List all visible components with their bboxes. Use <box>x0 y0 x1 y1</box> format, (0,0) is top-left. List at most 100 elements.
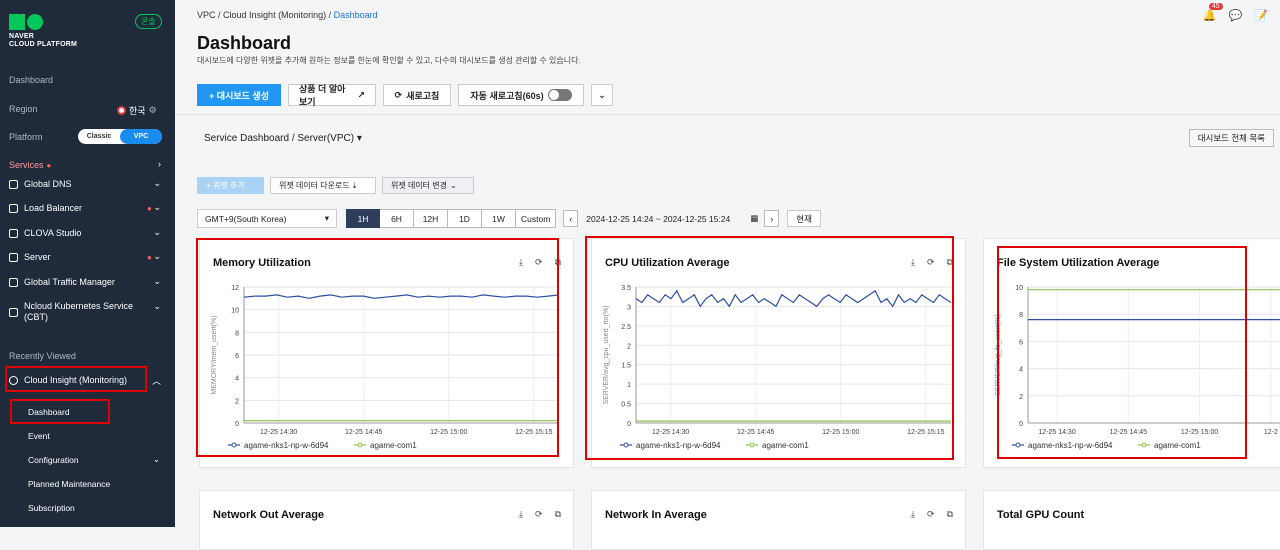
date-range-picker[interactable]: 2024-12-25 14:24 ~ 2024-12-25 15:24 ▦ <box>586 213 758 224</box>
bell-icon[interactable]: 🔔 45 <box>1203 3 1223 22</box>
chevron-down-icon: ⌄ <box>153 301 161 311</box>
all-dashboards-button[interactable]: 대시보드 전체 목록 <box>1188 129 1274 147</box>
sidebar-item-5[interactable]: Ncloud Kubernetes Service (CBT) ⌄ <box>9 298 167 326</box>
chevron-down-icon: ⌄ <box>153 227 161 237</box>
chat-icon[interactable]: 💬 <box>1229 9 1243 22</box>
sub-item-subscription[interactable]: Subscription <box>28 503 75 513</box>
dashboard-select-value: Service Dashboard / Server(VPC) <box>204 133 355 144</box>
korea-flag-icon <box>117 106 126 115</box>
range-1d[interactable]: 1D <box>448 209 482 228</box>
widget-title: Network Out Average <box>213 509 325 521</box>
widget-card: Network In Average ⤓ ⟳ ⧉ <box>591 490 966 550</box>
calendar-icon: ▦ <box>750 213 759 223</box>
refresh-icon[interactable]: ⟳ <box>535 509 543 520</box>
chevron-down-icon: ⌄ <box>152 454 160 464</box>
platform-toggle[interactable]: Classic VPC <box>78 129 162 144</box>
edit-note-icon[interactable]: 📝 <box>1254 9 1268 22</box>
chevron-right-icon: › <box>158 159 161 169</box>
platform-label: Platform <box>9 132 43 142</box>
platform-vpc[interactable]: VPC <box>120 129 162 144</box>
chevron-down-icon: ⌄ <box>153 251 161 261</box>
breadcrumb-cloud-insight[interactable]: Cloud Insight (Monitoring) <box>223 10 326 20</box>
sidebar-item-3[interactable]: Server ● ⌄ <box>9 248 167 266</box>
settings-icon[interactable]: ⚙ <box>149 105 157 116</box>
sub-item-label: Configuration <box>28 455 79 465</box>
sub-item-planned-maintenance[interactable]: Planned Maintenance <box>28 479 110 489</box>
auto-refresh-label: 자동 새로고침(60s) <box>470 90 544 101</box>
download-icon[interactable]: ⤓ <box>911 509 915 520</box>
sidebar-item-label: Server <box>24 251 51 262</box>
auto-refresh-toggle[interactable]: 자동 새로고침(60s) <box>458 84 584 106</box>
service-icon <box>9 179 18 189</box>
highlight-box <box>997 246 1247 459</box>
sidebar-item-2[interactable]: CLOVA Studio ⌄ <box>9 224 167 242</box>
services-label: Services <box>9 160 44 170</box>
download-widget-data-button[interactable]: 위젯 데이터 다운로드 ⤓ <box>270 177 376 194</box>
x-tick-label: 12-2 <box>1264 429 1278 436</box>
naver-cloud-logo[interactable]: NAVER CLOUD PLATFORM <box>9 14 77 49</box>
service-icon <box>9 277 18 287</box>
range-1w[interactable]: 1W <box>482 209 516 228</box>
refresh-button[interactable]: ⟳ 새로고침 <box>383 84 451 106</box>
sidebar-item-4[interactable]: Global Traffic Manager ⌄ <box>9 273 167 291</box>
breadcrumb-vpc[interactable]: VPC <box>197 10 216 20</box>
more-products-label: 상품 더 알아보기 <box>299 84 346 107</box>
timezone-value: GMT+9(South Korea) <box>205 213 287 224</box>
sub-item-event[interactable]: Event <box>28 431 50 441</box>
download-icon: ⤓ <box>352 180 357 190</box>
region-value: 한국 <box>129 106 146 116</box>
download-icon[interactable]: ⤓ <box>519 509 523 520</box>
widget-card: Network Out Average ⤓ ⟳ ⧉ <box>199 490 574 550</box>
sidebar-item-0[interactable]: Global DNS ⌄ <box>9 175 167 193</box>
next-range-button[interactable]: › <box>764 210 780 227</box>
range-custom[interactable]: Custom <box>516 209 557 228</box>
toggle-switch[interactable] <box>547 89 572 101</box>
platform-classic[interactable]: Classic <box>78 129 120 144</box>
refresh-label: 새로고침 <box>406 90 440 101</box>
caret-down-icon: ▾ <box>356 133 362 144</box>
external-link-icon: ↗ <box>357 89 365 100</box>
widget-card: Total GPU Count <box>983 490 1280 550</box>
sidebar-item-label: Global DNS <box>24 178 72 189</box>
sidebar-dashboard-link[interactable]: Dashboard <box>9 75 53 85</box>
sub-item-configuration[interactable]: Configuration ⌄ <box>28 454 164 465</box>
range-12h[interactable]: 12H <box>414 209 448 228</box>
chevron-up-icon: ︿ <box>151 376 161 386</box>
notification-count: 45 <box>1208 3 1223 10</box>
create-dashboard-button[interactable]: + 대시보드 생성 <box>197 84 281 106</box>
sidebar-item-1[interactable]: Load Balancer ● ⌄ <box>9 199 167 217</box>
change-widget-label: 위젯 데이터 변경 <box>391 181 447 190</box>
range-6h[interactable]: 6H <box>380 209 414 228</box>
highlight-box <box>196 238 559 457</box>
dashboard-select[interactable]: Service Dashboard / Server(VPC) ▾ <box>204 133 362 144</box>
timezone-select[interactable]: GMT+9(South Korea) ▾ <box>197 209 337 228</box>
add-widget-button[interactable]: + 위젯 추가 <box>197 177 264 194</box>
copy-icon[interactable]: ⧉ <box>555 509 561 520</box>
main-content: VPC / Cloud Insight (Monitoring) / Dashb… <box>175 0 1280 550</box>
breadcrumb-dashboard[interactable]: Dashboard <box>334 10 378 20</box>
chevron-down-icon: ⌄ <box>153 202 161 212</box>
refresh-icon: ⟳ <box>394 89 403 100</box>
new-dot-icon: ● <box>46 160 52 170</box>
logo-icon <box>9 14 77 30</box>
prev-range-button[interactable]: ‹ <box>563 210 579 227</box>
change-widget-data-button[interactable]: 위젯 데이터 변경 ⌄ <box>382 177 474 194</box>
widget-title: Network In Average <box>605 509 707 521</box>
toolbar-dropdown-button[interactable]: ⌄ <box>591 84 613 106</box>
region-selector[interactable]: 한국 ⚙ <box>117 104 157 117</box>
console-badge[interactable]: 콘솔 <box>135 14 162 29</box>
range-1h[interactable]: 1H <box>346 209 380 228</box>
now-button[interactable]: 현재 <box>787 210 821 227</box>
sidebar-item-label: Ncloud Kubernetes Service (CBT) <box>24 301 134 322</box>
chevron-down-icon: ⌄ <box>153 178 161 188</box>
sidebar: NAVER CLOUD PLATFORM 콘솔 Dashboard Region … <box>0 0 175 527</box>
sidebar-item-label: CLOVA Studio <box>24 227 82 238</box>
more-products-button[interactable]: 상품 더 알아보기 ↗ <box>288 84 376 107</box>
services-menu[interactable]: Services ● › <box>9 156 167 174</box>
chevron-down-icon: ⌄ <box>598 89 606 100</box>
widget-title: Total GPU Count <box>997 509 1085 521</box>
copy-icon[interactable]: ⧉ <box>947 509 953 520</box>
page-description: 대시보드에 다양한 위젯을 추가해 원하는 정보를 한눈에 확인할 수 있고, … <box>197 56 581 65</box>
highlight-box <box>585 236 954 460</box>
refresh-icon[interactable]: ⟳ <box>927 509 935 520</box>
